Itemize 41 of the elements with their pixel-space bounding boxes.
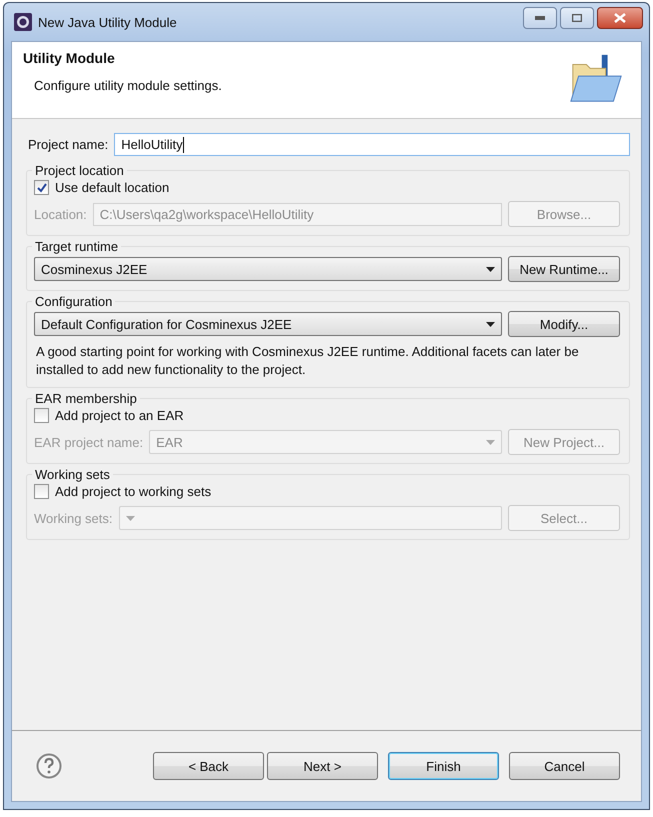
checkbox-label: Use default location (55, 180, 170, 195)
page-description: Configure utility module settings. (34, 78, 222, 93)
minimize-button[interactable] (523, 7, 557, 29)
wizard-button[interactable]: < Back (153, 752, 264, 780)
checkbox[interactable] (34, 408, 49, 423)
dropdown-arrow-icon (126, 516, 135, 520)
maximize-icon (572, 14, 582, 22)
side-button[interactable]: Modify... (508, 311, 620, 337)
window-title: New Java Utility Module (38, 14, 178, 30)
dropdown-arrow-icon (486, 322, 495, 326)
wizard-button[interactable]: Cancel (509, 752, 620, 780)
checkbox[interactable] (34, 484, 49, 499)
dropdown-arrow-icon (486, 440, 495, 444)
project-name-field[interactable]: HelloUtility (114, 133, 630, 156)
checkbox-label: Add project to working sets (55, 484, 212, 499)
wizard-button[interactable]: Finish (388, 752, 499, 780)
field-label: EAR project name: (34, 434, 144, 450)
project-name-label: Project name: (28, 137, 108, 152)
checkbox[interactable] (34, 180, 49, 195)
minimize-icon (535, 16, 545, 20)
field-label: Location: (34, 206, 87, 222)
close-button[interactable] (597, 7, 643, 29)
app-icon (14, 13, 32, 31)
field-label: Working sets: (34, 510, 113, 526)
wizard-button[interactable]: Next > (267, 752, 378, 780)
group-title: Working sets (34, 467, 111, 482)
help-icon[interactable] (36, 753, 62, 779)
close-icon (614, 13, 626, 23)
group-title: Configuration (34, 294, 114, 309)
page-title: Utility Module (23, 50, 116, 66)
dropdown[interactable]: Cosminexus J2EE (34, 257, 502, 281)
dropdown[interactable]: Default Configuration for Cosminexus J2EE (34, 312, 502, 336)
check-icon (36, 182, 46, 192)
group-title: EAR membership (34, 391, 138, 406)
configuration-description: A good starting point for working with Cosminexus J2EE runtime. Additional facets can later be installed to add new functionality to the project. (35, 343, 580, 379)
group-title: Project location (34, 163, 125, 178)
group-title: Target runtime (34, 239, 120, 254)
checkbox-label: Add project to an EAR (55, 408, 184, 423)
maximize-button[interactable] (560, 7, 594, 29)
side-button[interactable]: New Runtime... (508, 256, 620, 282)
dropdown-arrow-icon (486, 266, 495, 272)
